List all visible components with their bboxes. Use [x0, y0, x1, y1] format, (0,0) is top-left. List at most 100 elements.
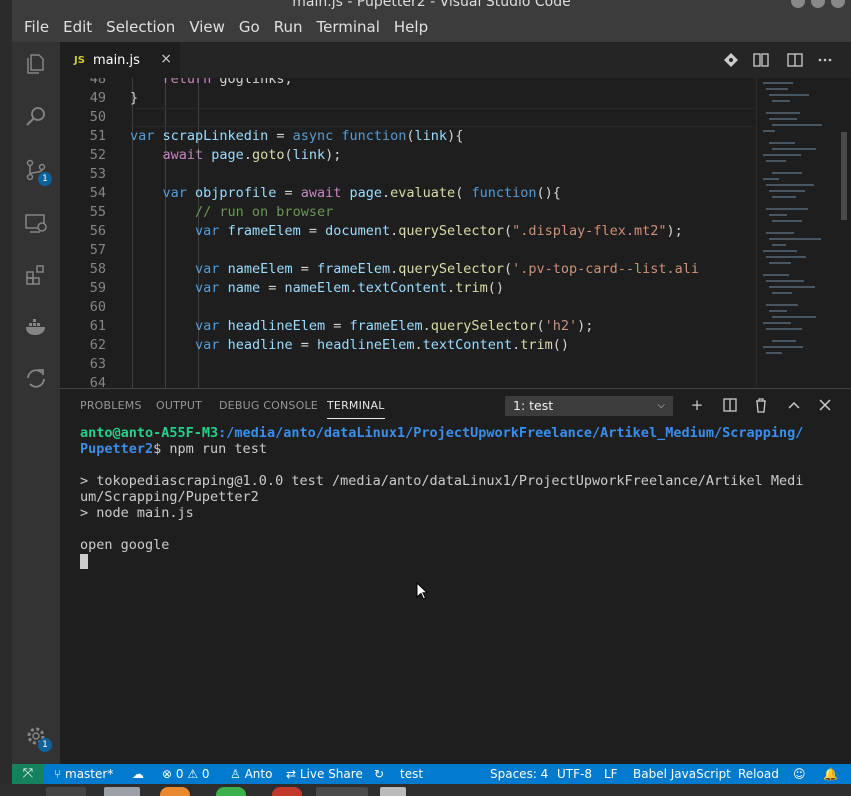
code-token: textContent [422, 337, 513, 353]
tab-close-icon[interactable]: × [160, 51, 172, 67]
code-token: link [414, 128, 448, 144]
terminal-line: anto@anto-A55F-M3:/media/anto/dataLinux1… [80, 425, 803, 441]
minimap-slider[interactable] [841, 132, 847, 220]
taskbar-app-icon[interactable] [104, 787, 140, 796]
code-token: objprofile [195, 185, 277, 201]
terminal-selector[interactable]: 1: test ⌵ [505, 396, 673, 416]
tab-output[interactable]: OUTPUT [156, 399, 202, 412]
taskbar-app-icon[interactable] [216, 787, 246, 796]
code-token: frameElem [349, 318, 423, 334]
trash-icon[interactable] [752, 396, 770, 414]
minimap[interactable] [756, 78, 851, 388]
code-line: return goglinks; [130, 78, 293, 89]
menu-go[interactable]: Go [232, 18, 267, 36]
minimap-line [763, 250, 797, 252]
menu-edit[interactable]: Edit [56, 18, 99, 36]
eol-setting[interactable]: LF [604, 764, 618, 784]
tab-problems[interactable]: PROBLEMS [80, 399, 142, 412]
code-token: name [227, 280, 261, 296]
menu-file[interactable]: File [17, 18, 56, 36]
open-changes-icon[interactable] [722, 51, 740, 69]
task-name[interactable]: test [400, 764, 423, 784]
taskbar-app-icon[interactable] [160, 787, 190, 796]
line-number: 61 [89, 318, 106, 334]
code-editor[interactable]: 48 49 50 51 52 53 54 55 56 57 58 59 60 61 62 63 64 retur… [60, 78, 756, 388]
person-icon: ♙ [230, 767, 245, 781]
minimap-line [772, 148, 816, 150]
error-icon: ⊗ [162, 767, 176, 781]
minimap-line [766, 112, 800, 114]
terminal-line: > node main.js [80, 505, 194, 521]
explorer-icon[interactable] [24, 52, 48, 76]
taskbar-app-icon[interactable] [380, 787, 406, 796]
remote-explorer-icon[interactable] [24, 211, 48, 235]
split-editor-icon[interactable] [786, 51, 804, 69]
menu-terminal[interactable]: Terminal [310, 18, 387, 36]
code-token: querySelector [430, 318, 537, 334]
tab-debug-console[interactable]: DEBUG CONSOLE [219, 399, 318, 412]
code-token: await [162, 147, 204, 163]
line-number: 56 [89, 223, 106, 239]
new-terminal-icon[interactable]: + [688, 396, 706, 414]
menu-selection[interactable]: Selection [99, 18, 182, 36]
code-token: // run on browser [195, 204, 334, 220]
search-icon[interactable] [24, 105, 48, 129]
minimap-line [769, 238, 821, 240]
line-number: 57 [89, 242, 106, 258]
prompt-path-continued: Pupetter2 [80, 441, 154, 457]
menu-view[interactable]: View [182, 18, 232, 36]
line-number: 53 [89, 166, 106, 182]
status-bar: ⤧ ⑂ master* ☁ ⊗ 0 ⚠ 0 ♙ Anto ⇄ Live Shar… [12, 764, 851, 784]
notifications-bell-icon[interactable]: 🔔 [823, 764, 838, 784]
code-token: return [162, 78, 212, 87]
compare-changes-icon[interactable] [752, 51, 770, 69]
extensions-icon[interactable] [24, 263, 48, 287]
menu-run[interactable]: Run [267, 18, 310, 36]
code-token: . [382, 185, 391, 201]
code-token: nameElem [227, 261, 293, 277]
minimap-line [766, 352, 782, 354]
minimap-line [772, 292, 792, 294]
bottom-panel: PROBLEMS OUTPUT DEBUG CONSOLE TERMINAL 1… [60, 388, 851, 764]
minimap-line [766, 160, 786, 162]
menu-help[interactable]: Help [387, 18, 435, 36]
user-name: Anto [244, 767, 273, 781]
minimap-line [769, 310, 787, 312]
live-share-button[interactable]: ⇄ Live Share [286, 764, 363, 784]
live-share-icon[interactable] [24, 366, 48, 390]
code-line: var nameElem = frameElem.querySelector('… [130, 260, 699, 279]
code-token: ( [503, 223, 513, 239]
problems-indicator[interactable]: ⊗ 0 ⚠ 0 [162, 764, 210, 784]
feedback-icon[interactable]: ☺ [793, 764, 806, 784]
menu-bar: File Edit Selection View Go Run Terminal… [12, 12, 851, 42]
sync-icon[interactable]: ☁ [132, 764, 144, 784]
code-token: ( [406, 128, 415, 144]
account-indicator[interactable]: ♙ Anto [230, 764, 272, 784]
split-terminal-icon[interactable] [721, 396, 739, 414]
maximize-panel-icon[interactable] [785, 396, 803, 414]
code-token: ".display-flex.mt2" [512, 223, 667, 239]
terminal-line: um/Scrapping/Pupetter2 [80, 489, 259, 505]
task-indicator[interactable]: ↻ [374, 764, 384, 784]
remote-indicator-icon[interactable]: ⤧ [12, 764, 44, 784]
indentation-setting[interactable]: Spaces: 4 [490, 764, 548, 784]
code-token: function [471, 185, 537, 201]
reload-button[interactable]: Reload [738, 764, 779, 784]
code-token: trim [455, 280, 488, 296]
branch-indicator[interactable]: ⑂ master* [54, 764, 113, 784]
encoding-setting[interactable]: UTF-8 [557, 764, 592, 784]
taskbar-app-icon[interactable] [46, 787, 86, 796]
code-lines[interactable]: return goglinks;} var scrapLinkedin = asy… [130, 78, 756, 388]
taskbar-app-icon[interactable] [272, 787, 302, 796]
more-actions-icon[interactable] [816, 51, 834, 69]
taskbar-vscode-icon[interactable] [316, 787, 368, 796]
close-panel-icon[interactable] [816, 396, 834, 414]
tab-main-js[interactable]: JS main.js × [60, 42, 180, 78]
tab-terminal[interactable]: TERMINAL [327, 399, 385, 419]
docker-icon[interactable] [24, 315, 48, 339]
language-mode[interactable]: Babel JavaScript [633, 764, 731, 784]
